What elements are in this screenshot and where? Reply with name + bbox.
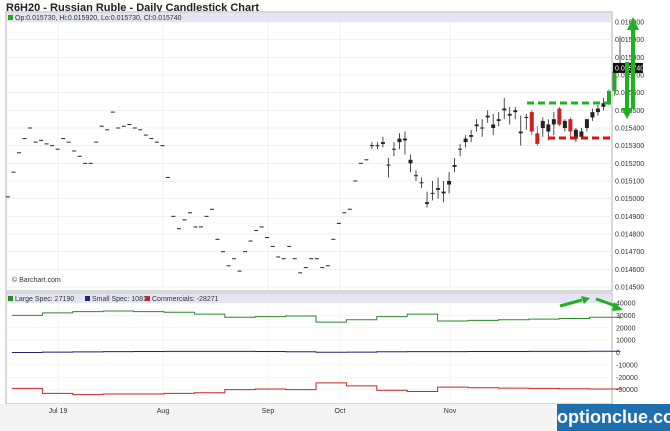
price-candle-99 <box>551 119 556 125</box>
price-candle-68 <box>380 142 385 144</box>
cot-y-tick-label: 10000 <box>616 338 636 345</box>
price-candle-91 <box>507 113 512 116</box>
price-y-tick-label: 0.015000 <box>615 196 644 203</box>
price-candle-104 <box>579 131 584 137</box>
watermark-logo: optionclue.com <box>557 404 670 431</box>
x-tick-label: Jul 19 <box>49 408 68 415</box>
chart-canvas: Op:0.015730, Hi:0.015920, Lo:0.015730, C… <box>0 11 670 431</box>
price-candle-85 <box>474 124 479 127</box>
legend-swatch-2 <box>145 296 150 301</box>
legend-entry-0: Large Spec: 27190 <box>15 296 74 303</box>
price-candle-97 <box>540 120 545 128</box>
price-candle-88 <box>491 124 496 128</box>
price-y-tick-label: 0.015100 <box>615 179 644 186</box>
price-candle-87 <box>485 115 490 118</box>
price-candle-93 <box>518 131 523 134</box>
price-candle-81 <box>452 165 457 167</box>
price-y-tick-label: 0.015800 <box>615 55 644 62</box>
cot-y-tick-label: -10000 <box>616 362 638 369</box>
price-candle-95 <box>529 112 534 132</box>
legend-entry-2: Commercials: -28271 <box>152 296 219 303</box>
price-y-tick-label: 0.015700 <box>615 73 644 80</box>
price-candle-109 <box>606 90 611 102</box>
price-candle-105 <box>584 119 589 128</box>
price-candle-79 <box>441 191 446 194</box>
cot-y-tick-label: -20000 <box>616 375 638 382</box>
price-candle-80 <box>447 181 452 185</box>
price-y-tick-label: 0.014700 <box>615 249 644 256</box>
cot-y-tick-label: 30000 <box>616 313 636 320</box>
last-price-label: 0.015740 <box>615 65 644 72</box>
legend-swatch-1 <box>85 296 90 301</box>
price-candle-78 <box>436 188 441 190</box>
price-y-tick-label: 0.015900 <box>615 37 644 44</box>
price-y-tick-label: 0.015600 <box>615 90 644 97</box>
ohlc-legend-swatch <box>8 15 13 20</box>
price-y-tick-label: 0.014800 <box>615 232 644 239</box>
legend-entry-1: Small Spec: 1081 <box>92 296 147 303</box>
ohlc-legend-text: Op:0.015730, Hi:0.015920, Lo:0.015730, C… <box>15 15 182 22</box>
price-candle-76 <box>425 202 430 204</box>
x-tick-label: Sep <box>262 408 275 415</box>
price-panel-frame <box>5 11 613 292</box>
price-y-tick-label: 0.015200 <box>615 161 644 168</box>
price-y-tick-label: 0.014500 <box>615 285 644 292</box>
price-candle-100 <box>557 108 562 125</box>
price-candle-92 <box>513 110 518 113</box>
price-candle-71 <box>397 138 402 143</box>
price-y-tick-label: 0.014600 <box>615 267 644 274</box>
x-tick-label: Oct <box>335 408 346 415</box>
price-candle-84 <box>469 135 474 137</box>
x-tick-label: Nov <box>444 408 457 415</box>
price-candle-83 <box>463 138 468 143</box>
price-candle-90 <box>502 108 507 111</box>
price-candle-96 <box>535 133 540 144</box>
price-y-tick-label: 0.015300 <box>615 143 644 150</box>
cot-y-tick-label: 20000 <box>616 325 636 332</box>
price-y-tick-label: 0.015400 <box>615 126 644 133</box>
x-tick-label: Aug <box>157 408 170 415</box>
price-candle-89 <box>496 119 501 121</box>
price-candle-106 <box>590 112 595 118</box>
copyright-label: © Barchart.com <box>12 277 61 284</box>
cot-y-tick-label: -30000 <box>616 387 638 394</box>
legend-swatch-0 <box>8 296 13 301</box>
price-candle-72 <box>402 138 407 141</box>
price-candle-102 <box>568 119 573 132</box>
price-candle-107 <box>595 108 600 113</box>
price-candle-110 <box>612 71 617 91</box>
price-candle-98 <box>546 124 551 132</box>
price-candle-73 <box>408 159 413 164</box>
price-candle-101 <box>562 120 567 128</box>
cot-panel-frame <box>5 292 613 405</box>
price-y-tick-label: 0.014900 <box>615 214 644 221</box>
